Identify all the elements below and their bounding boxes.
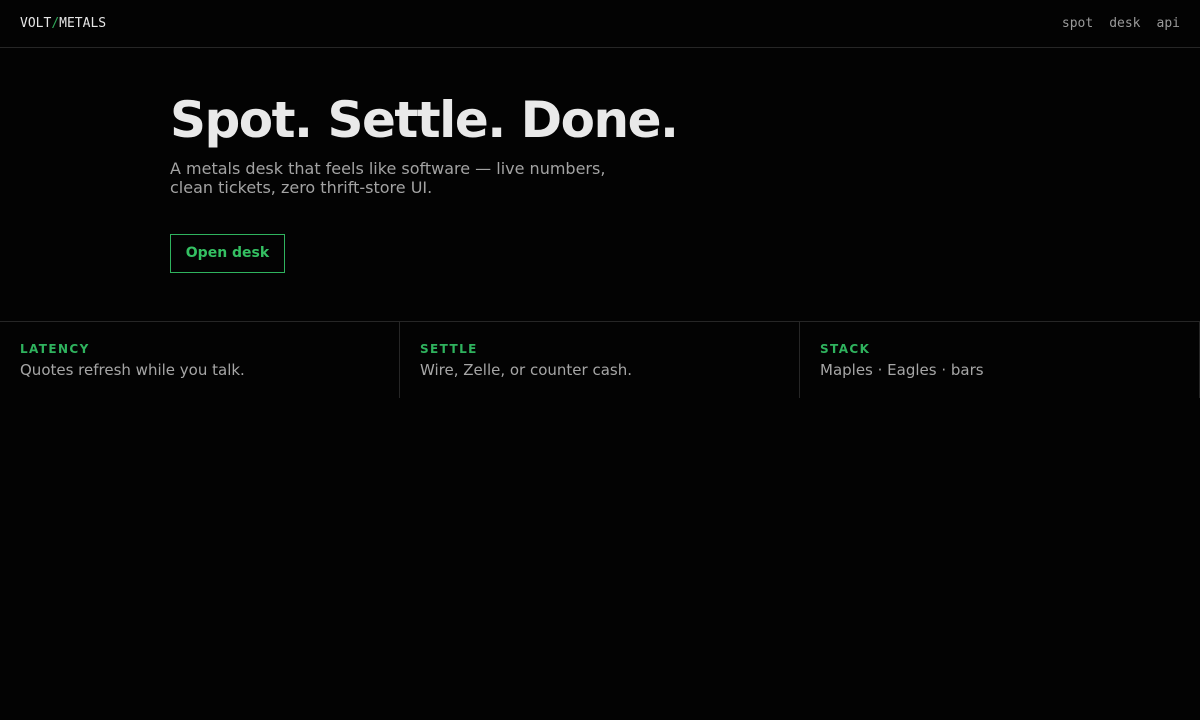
open-desk-button[interactable]: Open desk (170, 234, 285, 273)
nav-link-spot[interactable]: spot (1062, 16, 1093, 31)
nav-link-api[interactable]: api (1157, 16, 1180, 31)
feature-label: SETTLE (420, 342, 478, 356)
feature-description: Quotes refresh while you talk. (20, 361, 245, 379)
brand-logo-left: VOLT (20, 16, 52, 31)
brand-logo-right: METALS (59, 16, 107, 31)
nav-link-desk[interactable]: desk (1109, 16, 1140, 31)
feature-label: STACK (820, 342, 871, 356)
brand-logo[interactable]: VOLT/METALS (20, 16, 106, 31)
hero-title: Spot. Settle. Done. (170, 91, 679, 149)
brand-logo-separator: / (51, 16, 60, 31)
feature-stack: STACK Maples · Eagles · bars (800, 322, 1200, 398)
feature-strip: LATENCY Quotes refresh while you talk. S… (0, 321, 1200, 398)
feature-settle: SETTLE Wire, Zelle, or counter cash. (400, 322, 800, 398)
feature-description: Maples · Eagles · bars (820, 361, 984, 379)
hero: Spot. Settle. Done. A metals desk that f… (170, 88, 870, 197)
top-nav: spot desk api (1062, 16, 1180, 31)
feature-label: LATENCY (20, 342, 90, 356)
top-bar: VOLT/METALS spot desk api (0, 0, 1200, 48)
feature-description: Wire, Zelle, or counter cash. (420, 361, 632, 379)
hero-subtitle: A metals desk that feels like software —… (170, 159, 606, 197)
feature-latency: LATENCY Quotes refresh while you talk. (0, 322, 400, 398)
